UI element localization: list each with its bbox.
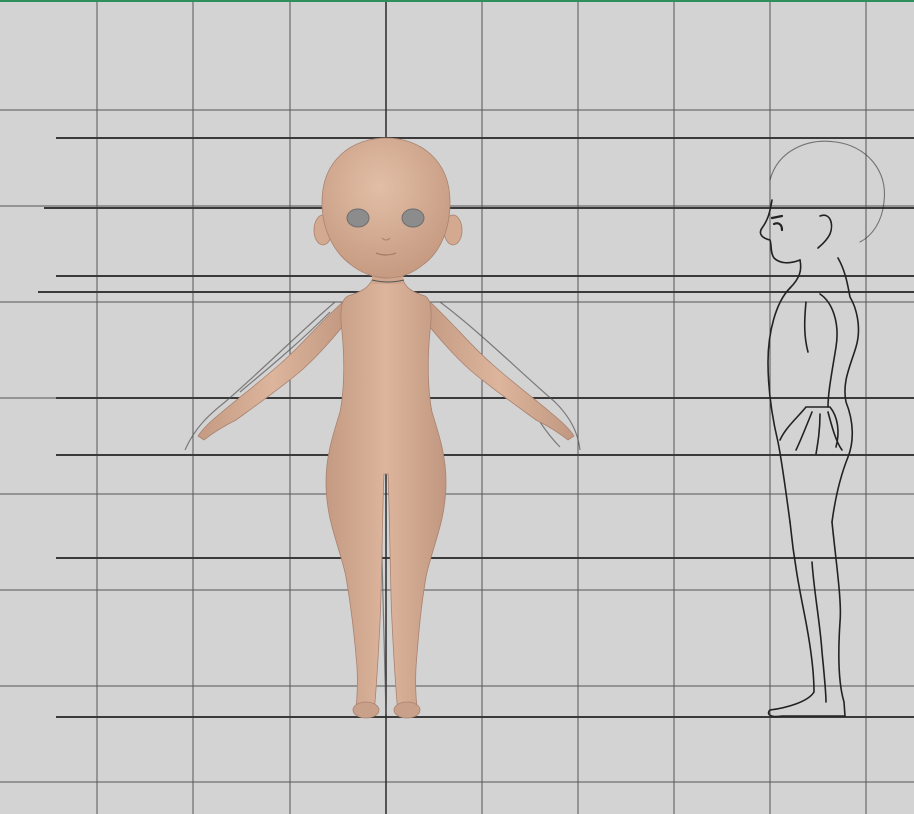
reference-guide-lines — [38, 137, 914, 718]
right-foot[interactable] — [393, 701, 421, 719]
sketch-leg-back — [831, 521, 846, 717]
sketch-hand — [779, 406, 843, 455]
sketch-ear — [817, 214, 833, 249]
sketch-leg-front — [767, 521, 846, 718]
sketch-head — [769, 140, 885, 243]
sketch-arm-inner — [803, 301, 809, 353]
left-foot[interactable] — [352, 701, 380, 719]
viewport-canvas[interactable] — [0, 2, 914, 814]
sketch-arm — [819, 293, 838, 408]
front-orthographic-viewport[interactable] — [0, 0, 914, 814]
sketch-face — [759, 199, 801, 264]
sketch-front — [767, 287, 791, 523]
sketch-eye — [770, 214, 784, 232]
left-eye — [346, 208, 370, 228]
right-eye — [401, 208, 425, 228]
sketch-back — [831, 257, 860, 523]
left-arm[interactable] — [197, 299, 349, 441]
head[interactable] — [321, 137, 451, 279]
viewport-grid — [0, 2, 914, 814]
right-arm[interactable] — [423, 299, 575, 441]
sketch-neck — [789, 259, 802, 289]
